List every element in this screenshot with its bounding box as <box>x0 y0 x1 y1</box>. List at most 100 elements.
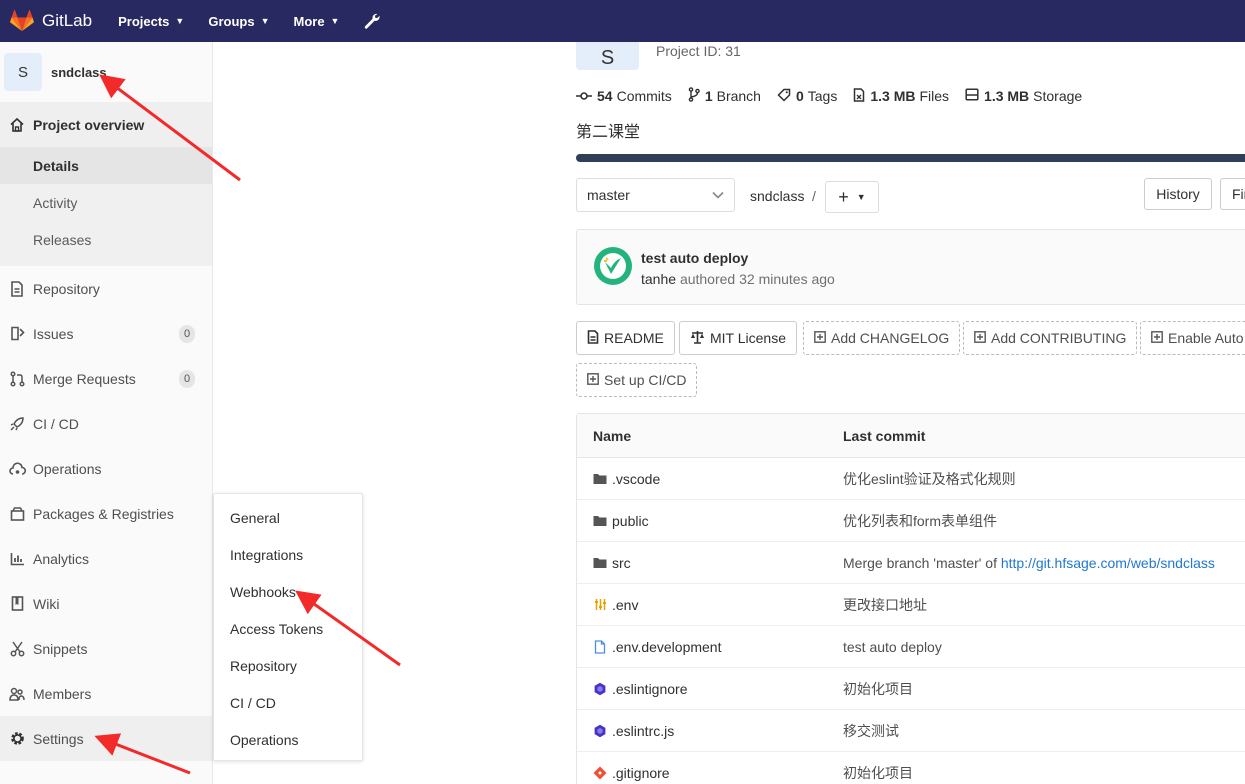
file-name[interactable]: .env.development <box>612 639 721 655</box>
git-icon <box>593 766 607 780</box>
commit-title[interactable]: test auto deploy <box>641 250 748 266</box>
scale-icon <box>690 330 705 347</box>
sidebar-item-label: Members <box>33 685 92 702</box>
table-row[interactable]: .gitignore 初始化项目 <box>577 752 1245 784</box>
commit-link[interactable]: http://git.hfsage.com/web/sndclass <box>1001 555 1215 571</box>
add-changelog-button[interactable]: Add CHANGELOG <box>803 321 961 355</box>
file-name[interactable]: .eslintignore <box>612 681 688 697</box>
sidebar-item-analytics[interactable]: Analytics <box>0 536 212 581</box>
table-row[interactable]: .vscode 优化eslint验证及格式化规则 <box>577 458 1245 500</box>
stat-tags[interactable]: 0 Tags <box>777 88 837 105</box>
license-button[interactable]: MIT License <box>679 321 797 355</box>
sidebar-item-settings[interactable]: Settings <box>0 716 212 761</box>
file-last-commit[interactable]: 优化eslint验证及格式化规则 <box>827 469 1245 489</box>
license-label: MIT License <box>710 330 786 346</box>
sidebar-item-label: Operations <box>33 460 102 477</box>
stat-commits[interactable]: 54 Commits <box>576 88 672 104</box>
history-button[interactable]: History <box>1144 178 1212 210</box>
chevron-down-icon: ▼ <box>175 16 185 26</box>
branch-selector[interactable]: master <box>576 178 735 212</box>
project-avatar: S <box>4 53 42 91</box>
file-last-commit[interactable]: Merge branch 'master' of http://git.hfsa… <box>827 555 1245 571</box>
sidebar-item-repository[interactable]: Repository <box>0 266 212 311</box>
file-last-commit[interactable]: test auto deploy <box>827 639 1245 655</box>
sidebar-item-project-overview[interactable]: Project overview <box>0 102 212 147</box>
sidebar-item-snippets[interactable]: Snippets <box>0 626 212 671</box>
project-id: Project ID: 31 <box>656 43 741 59</box>
find-file-button[interactable]: Fir <box>1220 178 1245 210</box>
setup-ci-cd-button[interactable]: Set up CI/CD <box>576 363 698 397</box>
commit-meta: tanhe authored 32 minutes ago <box>641 271 835 287</box>
add-changelog-label: Add CHANGELOG <box>831 330 950 346</box>
stat-storage-label: Storage <box>1033 88 1083 104</box>
stat-branch[interactable]: 1 Branch <box>688 87 761 105</box>
sidebar-item-label: Packages & Registries <box>33 505 174 522</box>
file-last-commit[interactable]: 初始化项目 <box>827 679 1245 699</box>
stat-storage[interactable]: 1.3 MB Storage <box>965 88 1082 104</box>
table-row[interactable]: .env.development test auto deploy <box>577 626 1245 668</box>
file-name[interactable]: .env <box>612 597 638 613</box>
stat-files-value: 1.3 MB <box>870 88 916 104</box>
table-row[interactable]: .env 更改接口地址 <box>577 584 1245 626</box>
file-name[interactable]: .gitignore <box>612 765 670 781</box>
branch-selector-value: master <box>587 187 630 203</box>
sidebar-project-header[interactable]: S sndclass <box>0 42 212 102</box>
project-overview-group: Project overview Details Activity Releas… <box>0 102 212 266</box>
file-last-commit[interactable]: 更改接口地址 <box>827 595 1245 615</box>
header-last-commit: Last commit <box>843 427 926 444</box>
sidebar-item-label: Project overview <box>33 116 145 133</box>
file-name[interactable]: src <box>612 555 631 571</box>
book-icon <box>8 595 26 613</box>
sidebar-item-merge-requests[interactable]: Merge Requests 0 <box>0 356 212 401</box>
wrench-icon[interactable] <box>363 12 381 30</box>
gitlab-brand[interactable]: GitLab <box>10 10 118 32</box>
add-file-dropdown-button[interactable]: + ▼ <box>825 181 879 213</box>
file-name[interactable]: .vscode <box>612 471 660 487</box>
sidebar-item-label: Analytics <box>33 550 90 567</box>
users-icon <box>8 685 26 703</box>
file-last-commit[interactable]: 初始化项目 <box>827 763 1245 783</box>
stat-files[interactable]: 1.3 MB Files <box>853 87 949 105</box>
sidebar-subitem-releases[interactable]: Releases <box>0 221 212 258</box>
sidebar-item-issues[interactable]: Issues 0 <box>0 311 212 356</box>
add-contributing-button[interactable]: Add CONTRIBUTING <box>963 321 1138 355</box>
commit-author[interactable]: tanhe <box>641 271 676 287</box>
file-tree-table: Name Last commit .vscode 优化eslint验证及格式化规… <box>576 413 1245 784</box>
sidebar-item-packages-registries[interactable]: Packages & Registries <box>0 491 212 536</box>
nav-more[interactable]: More ▼ <box>293 14 339 29</box>
sidebar-subitem-details[interactable]: Details <box>0 147 212 184</box>
sidebar-item-operations[interactable]: Operations <box>0 446 212 491</box>
chevron-down-icon: ▼ <box>260 16 270 26</box>
table-row[interactable]: .eslintignore 初始化项目 <box>577 668 1245 710</box>
stat-branch-label: Branch <box>716 88 761 104</box>
table-row[interactable]: public 优化列表和form表单组件 <box>577 500 1245 542</box>
sidebar-item-wiki[interactable]: Wiki <box>0 581 212 626</box>
nav-groups[interactable]: Groups ▼ <box>208 14 269 29</box>
sidebar-item-label: CI / CD <box>33 415 79 432</box>
last-commit-panel: test auto deploy tanhe authored 32 minut… <box>576 229 1245 305</box>
readme-button[interactable]: README <box>576 321 675 355</box>
file-name[interactable]: .eslintrc.js <box>612 723 674 739</box>
nav-projects[interactable]: Projects ▼ <box>118 14 184 29</box>
sidebar-item-ci-cd[interactable]: CI / CD <box>0 401 212 446</box>
stat-tags-label: Tags <box>807 88 838 104</box>
enable-auto-devops-button[interactable]: Enable Auto <box>1140 321 1245 355</box>
file-last-commit[interactable]: 优化列表和form表单组件 <box>827 511 1245 531</box>
plus-square-icon <box>814 330 826 346</box>
sidebar-item-members[interactable]: Members <box>0 671 212 716</box>
sidebar-item-label: Merge Requests <box>33 370 136 387</box>
issues-count-badge: 0 <box>179 325 195 343</box>
user-avatar[interactable] <box>594 247 632 285</box>
repo-path-breadcrumb[interactable]: sndclass <box>750 188 804 204</box>
file-name[interactable]: public <box>612 513 649 529</box>
table-row[interactable]: .eslintrc.js 移交测试 <box>577 710 1245 752</box>
sidebar-item-label: Issues <box>33 325 74 342</box>
sidebar-subitem-activity[interactable]: Activity <box>0 184 212 221</box>
add-contributing-label: Add CONTRIBUTING <box>991 330 1127 346</box>
sidebar-item-label: Wiki <box>33 595 60 612</box>
chevron-down-icon: ▼ <box>330 16 340 26</box>
file-last-commit[interactable]: 移交测试 <box>827 721 1245 741</box>
table-row[interactable]: src Merge branch 'master' of http://git.… <box>577 542 1245 584</box>
gitlab-logo-icon <box>10 10 34 31</box>
chevron-down-icon <box>712 191 724 199</box>
